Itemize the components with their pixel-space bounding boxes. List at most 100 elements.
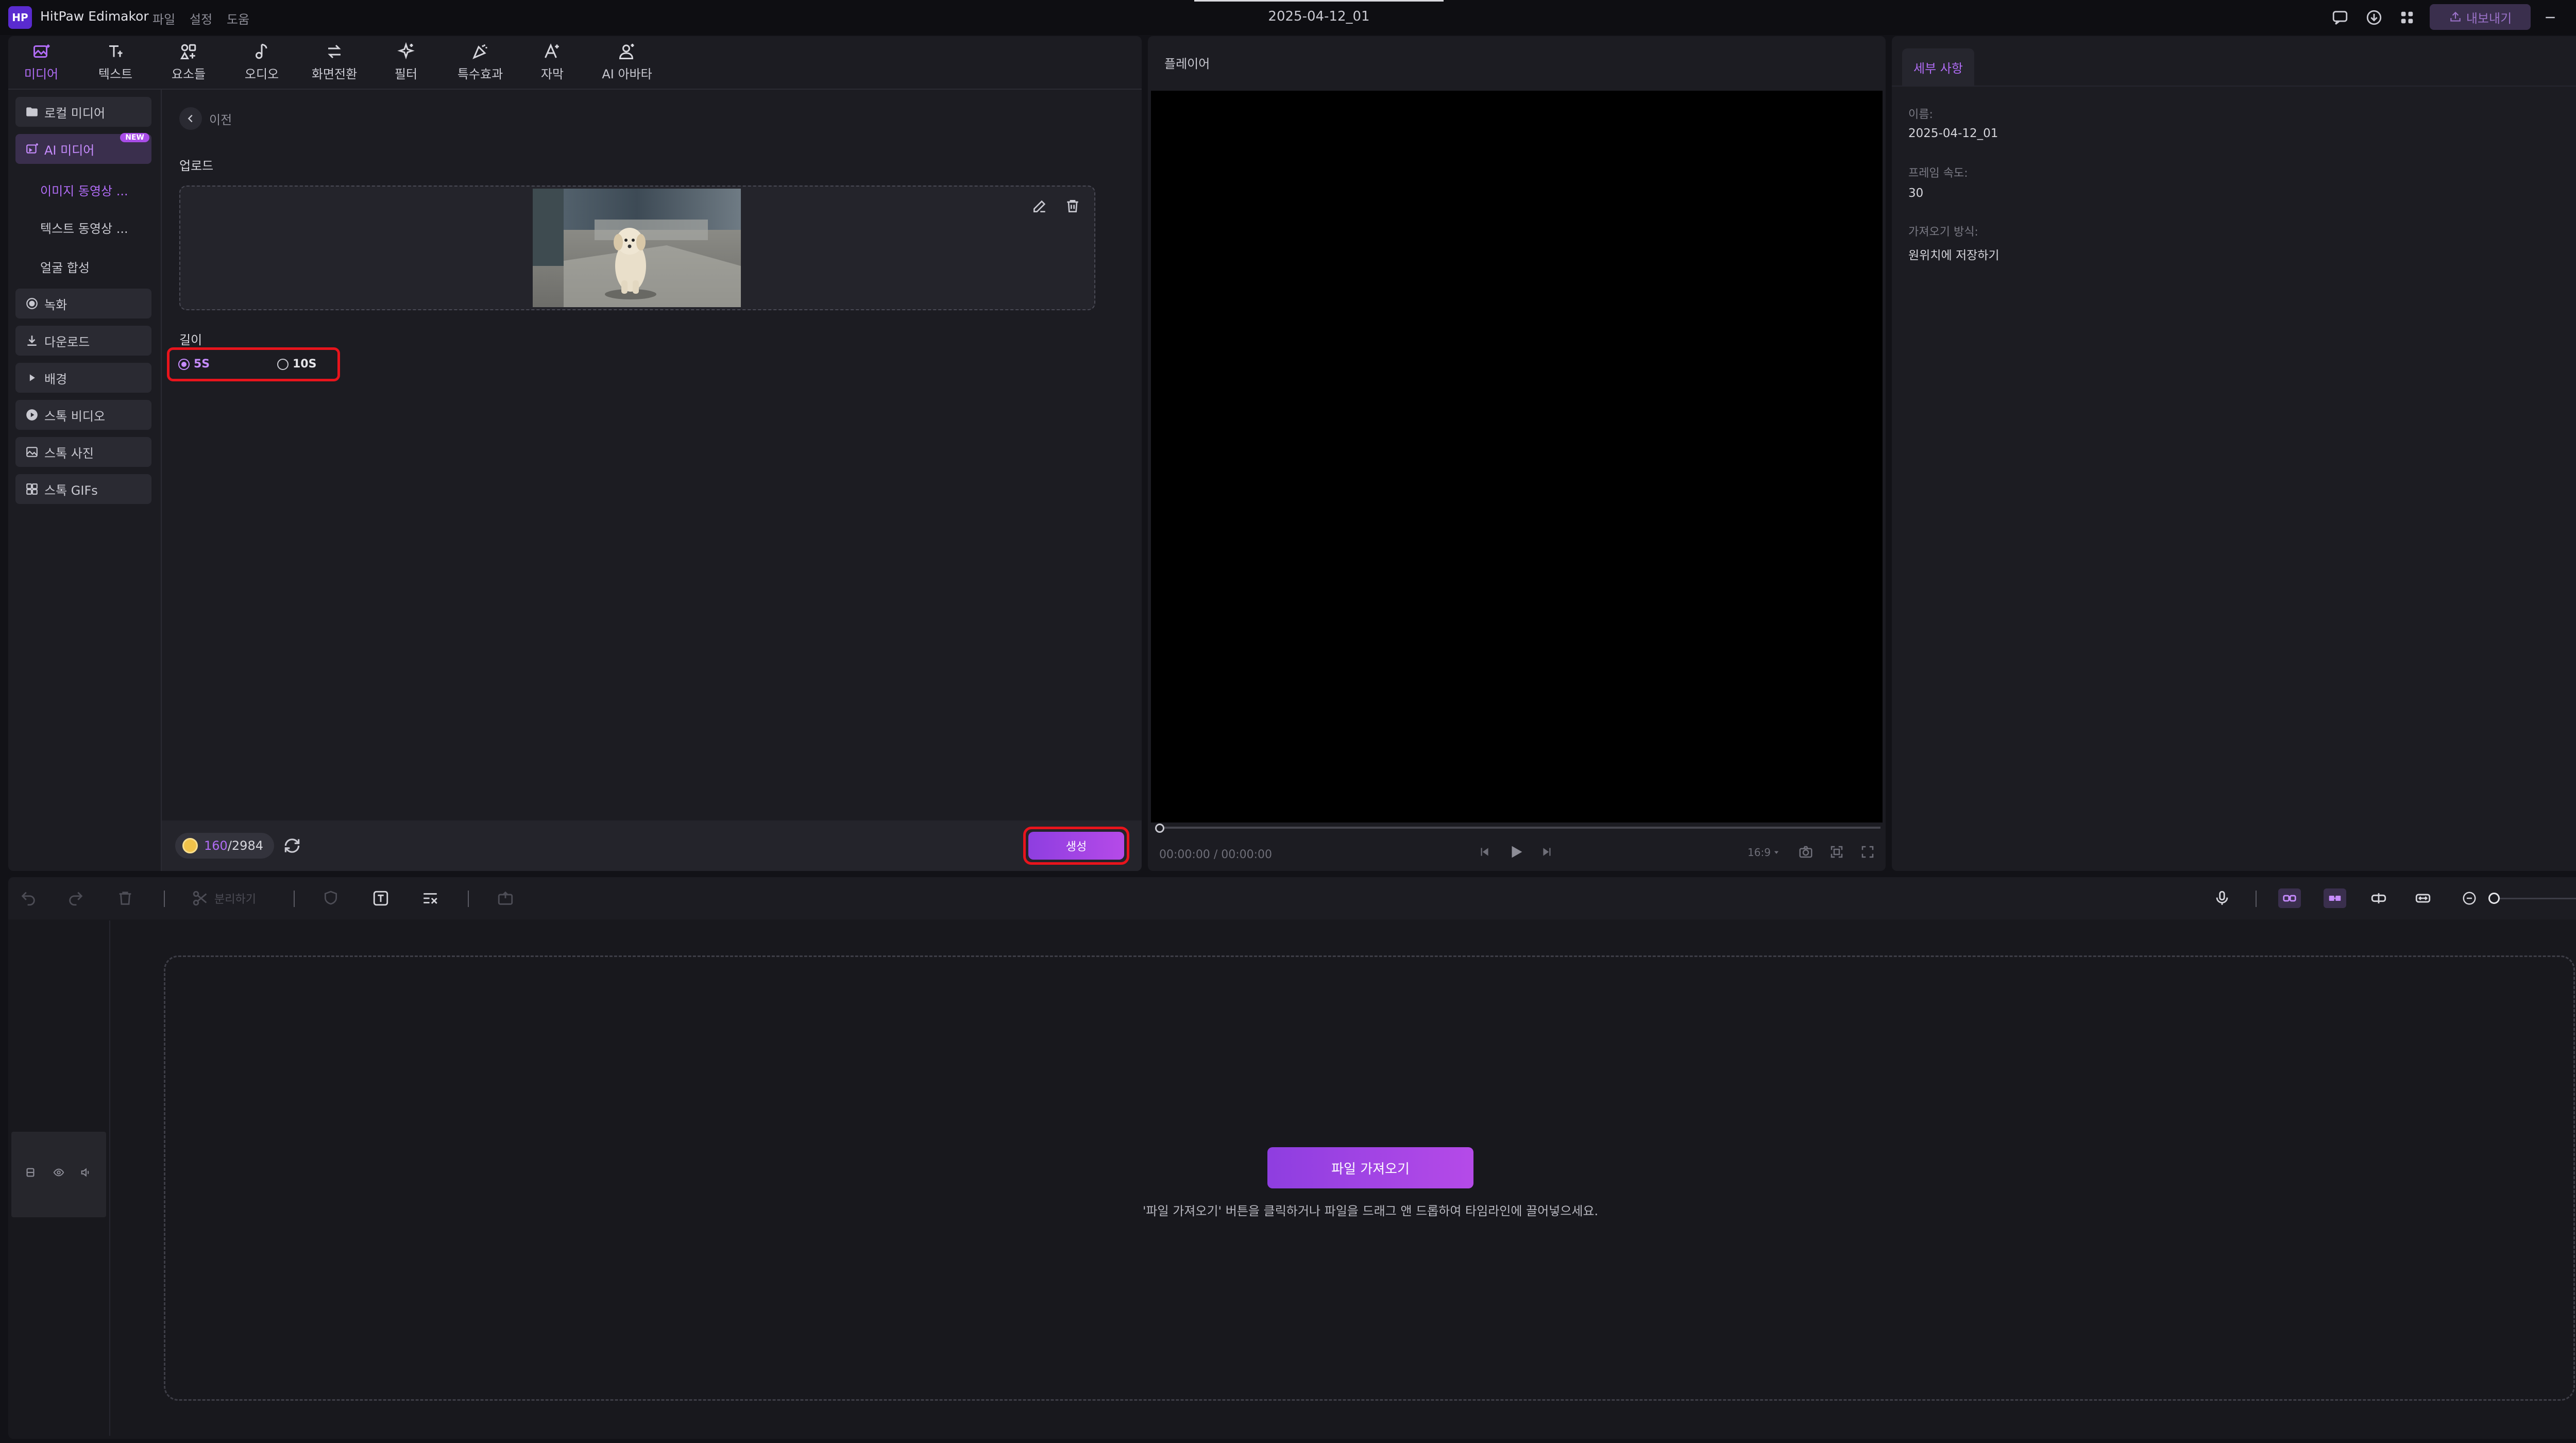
tab-filter[interactable]: 필터 [381,40,431,87]
uploaded-image-thumbnail [533,189,741,307]
microphone-icon[interactable] [2213,890,2231,907]
refresh-icon[interactable] [282,836,302,855]
undo-icon[interactable] [20,890,37,907]
sidebar-item-stock-gifs[interactable]: 스톡 GIFs [15,474,151,504]
magnet-snap-icon[interactable] [2278,888,2301,908]
upload-dropzone[interactable] [179,186,1095,310]
menu-settings[interactable]: 설정 [190,9,212,27]
download-icon [25,333,39,348]
title-bar: HP HitPaw Edimakor 파일 설정 도움 2025-04-12_0… [0,0,2576,35]
sidebar-item-local-media[interactable]: 로컬 미디어 [15,97,151,127]
content-footer [162,820,1142,871]
sidebar-item-stock-video[interactable]: 스톡 비디오 [15,400,151,430]
play-icon [25,408,39,422]
tab-transition[interactable]: 화면전환 [304,40,365,87]
export-frame-icon[interactable] [497,890,514,907]
snapshot-icon[interactable] [1798,844,1814,860]
ripple-icon[interactable] [2414,890,2432,907]
sidebar-sub-face-swap[interactable]: 얼굴 합성 [40,258,90,276]
sidebar-item-record[interactable]: 녹화 [15,289,151,318]
trash-icon[interactable] [116,890,134,907]
text-box-icon[interactable] [372,890,389,907]
title-underline [1194,0,1444,2]
restore-icon[interactable] [2573,6,2576,29]
detail-import-label: 가져오기 방식: [1908,226,1978,239]
next-frame-icon[interactable] [1540,845,1554,859]
tab-media[interactable]: 미디어 [16,40,66,87]
edit-icon[interactable] [1031,198,1048,214]
track-mute-icon[interactable] [79,1167,92,1178]
player-header: 플레이어 [1164,57,1210,71]
back-button[interactable]: 이전 [179,107,232,130]
triangle-right-icon [25,371,39,385]
effects-icon [469,40,492,63]
tab-audio[interactable]: 오디오 [235,40,289,87]
toolbar-separator-3 [468,891,469,907]
import-file-button[interactable]: 파일 가져오기 [1267,1147,1473,1188]
sidebar-item-download[interactable]: 다운로드 [15,326,151,356]
minimize-icon[interactable] [2539,6,2562,29]
sidebar-item-stock-photo[interactable]: 스톡 사진 [15,437,151,467]
feedback-icon[interactable] [2329,6,2351,29]
sidebar-sub-image-to-video[interactable]: 이미지 동영상 ... [40,181,128,199]
detail-name-value: 2025-04-12_01 [1908,127,1998,140]
export-label: 내보내기 [2466,11,2512,26]
zoom-out-icon[interactable] [2462,891,2477,906]
toolbar-divider [8,89,1142,90]
duration-option-10s[interactable]: 10S [277,358,316,371]
player-progress-handle[interactable] [1155,824,1164,833]
radio-5s[interactable] [178,358,190,370]
fit-screen-icon[interactable] [1829,844,1844,860]
ai-media-icon [25,142,39,156]
fullscreen-icon[interactable] [1860,844,1875,860]
menu-help[interactable]: 도움 [227,9,249,27]
apps-grid-icon[interactable] [2396,6,2418,29]
link-clips-icon[interactable] [2324,888,2346,908]
detail-name-label: 이름: [1908,108,1933,121]
details-tab-divider [1892,86,2576,87]
toolbar-separator-4 [2256,891,2257,907]
generate-button[interactable]: 생성 [1028,832,1124,860]
duration-option-5s[interactable]: 5S [178,358,210,371]
tab-subtitle[interactable]: 자막 [531,40,574,87]
shield-icon[interactable] [323,890,339,906]
detail-import-value: 원위치에 저장하기 [1908,249,1999,262]
gif-icon [25,482,39,496]
sidebar-sub-text-to-video[interactable]: 텍스트 동영상 ... [40,219,128,237]
track-visibility-icon[interactable] [53,1167,65,1178]
play-button-icon[interactable] [1507,843,1525,861]
subtitle-icon [541,40,564,63]
zoom-slider-handle[interactable] [2488,893,2500,904]
download-circle-icon[interactable] [2363,6,2385,29]
aspect-ratio-select[interactable]: 16:9 [1748,846,1780,859]
player-time: 00:00:00 / 00:00:00 [1159,848,1272,861]
track-lock-icon[interactable] [25,1167,36,1178]
toolbar-separator [164,891,165,907]
menu-file[interactable]: 파일 [152,9,175,27]
previous-frame-icon[interactable] [1478,845,1491,859]
tab-text[interactable]: 텍스트 [89,40,142,87]
auto-cut-icon[interactable] [421,890,439,907]
track-split-icon[interactable] [2370,890,2387,907]
zoom-slider-track[interactable] [2494,898,2576,899]
credits-total: /2984 [227,838,263,853]
tab-effects[interactable]: 특수효과 [448,40,512,87]
player-progress-track[interactable] [1157,827,1880,829]
redo-icon[interactable] [67,890,84,907]
sidebar-divider [161,90,162,871]
media-panel [8,36,1142,871]
tab-elements[interactable]: 요소들 [162,40,215,87]
export-button[interactable]: 내보내기 [2430,4,2531,30]
new-badge: NEW [120,133,149,142]
sidebar-item-background[interactable]: 배경 [15,363,151,393]
photo-icon [25,445,39,459]
details-panel [1892,36,2576,871]
tab-ai-avatar[interactable]: AI 아바타 [594,40,660,87]
upload-label: 업로드 [179,159,214,173]
radio-10s[interactable] [277,358,289,370]
timeline-toolbar [8,877,2576,919]
delete-icon[interactable] [1064,198,1081,214]
details-tab[interactable]: 세부 사항 [1902,48,1974,86]
split-button[interactable]: 분리하기 [192,890,256,907]
sidebar-item-ai-media[interactable]: AI 미디어 NEW [15,133,151,164]
